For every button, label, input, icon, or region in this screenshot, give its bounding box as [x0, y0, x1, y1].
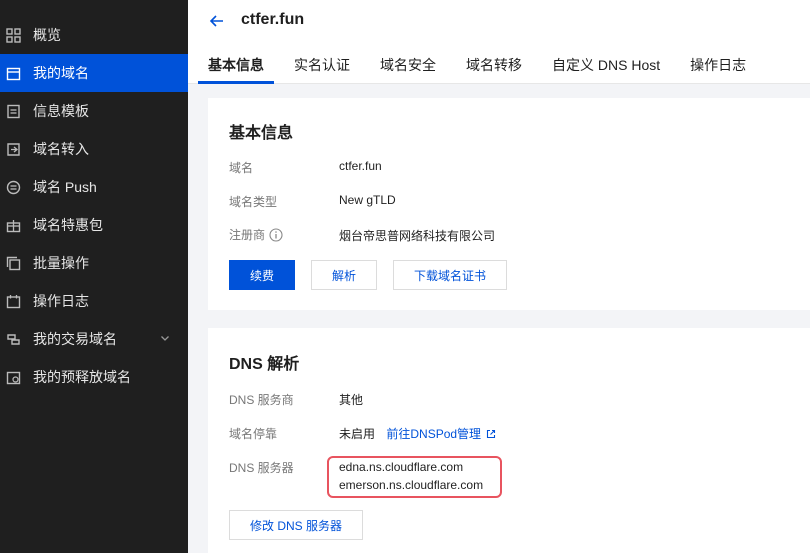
template-icon	[6, 104, 21, 119]
basic-info-card: 基本信息 域名 ctfer.fun 域名类型 New gTLD 注册商 烟台帝思…	[208, 98, 810, 310]
dns-servers-label: DNS 服务器	[229, 461, 294, 475]
back-arrow-icon[interactable]	[208, 12, 226, 30]
tab-dns-host[interactable]: 自定义 DNS Host	[552, 52, 660, 83]
parking-label: 域名停靠	[229, 427, 278, 441]
chevron-down-icon[interactable]	[160, 333, 170, 343]
modify-dns-button[interactable]: 修改 DNS 服务器	[229, 510, 363, 540]
sidebar-item-label: 域名特惠包	[33, 217, 103, 233]
push-icon	[6, 180, 21, 195]
registrar-label: 注册商	[229, 226, 283, 243]
sidebar-item-overview[interactable]: 概览	[0, 16, 188, 54]
calendar-icon	[6, 66, 21, 81]
parking-value: 未启用	[339, 427, 376, 441]
trade-icon	[6, 332, 21, 347]
domain-label: 域名	[229, 161, 254, 175]
sidebar-item-my-domains[interactable]: 我的域名	[0, 54, 188, 92]
registrar-value: 烟台帝思普网络科技有限公司	[339, 229, 496, 243]
domain-value: ctfer.fun	[339, 159, 382, 173]
parking-status: 未启用 前往DNSPod管理	[339, 425, 496, 442]
sidebar-item-label: 我的交易域名	[33, 331, 117, 347]
sidebar-item-label: 信息模板	[33, 103, 89, 119]
sidebar-item-label: 我的域名	[33, 65, 89, 81]
dns-title: DNS 解析	[229, 356, 300, 373]
info-icon[interactable]	[269, 227, 283, 242]
grid-icon	[6, 27, 21, 43]
download-certificate-button[interactable]: 下载域名证书	[393, 260, 507, 290]
external-link-icon	[487, 429, 496, 438]
tab-security[interactable]: 域名安全	[380, 52, 436, 83]
basic-info-title: 基本信息	[229, 125, 294, 142]
gift-icon	[6, 218, 21, 233]
dns-server-1: edna.ns.cloudflare.com	[339, 460, 464, 474]
sidebar-item-label: 批量操作	[33, 255, 89, 271]
resolve-button[interactable]: 解析	[311, 260, 377, 290]
dnspod-link-text: 前往DNSPod管理	[386, 427, 482, 441]
sidebar-item-label: 域名 Push	[33, 179, 97, 195]
sidebar-item-label: 操作日志	[33, 293, 89, 309]
sidebar-item-info-template[interactable]: 信息模板	[0, 92, 188, 130]
sidebar-item-bundle[interactable]: 域名特惠包	[0, 206, 188, 244]
transfer-in-icon	[6, 142, 21, 157]
log-icon	[6, 294, 21, 309]
dns-card: DNS 解析 DNS 服务商 其他 域名停靠 未启用 前往DNSPod管理 DN…	[208, 328, 810, 553]
sidebar-item-log[interactable]: 操作日志	[0, 282, 188, 320]
dns-server-2: emerson.ns.cloudflare.com	[339, 478, 484, 492]
sidebar-item-push[interactable]: 域名 Push	[0, 168, 188, 206]
sidebar-item-label: 域名转入	[33, 141, 89, 157]
page-title: ctfer.fun	[241, 11, 305, 28]
page-header: ctfer.fun 基本信息 实名认证 域名安全 域名转移 自定义 DNS Ho…	[188, 0, 810, 84]
sidebar: 概览 我的域名 信息模板 域名转入 域名 Push 域名特惠包 批量操作 操作日…	[0, 0, 188, 553]
batch-icon	[6, 256, 21, 271]
dns-provider-label: DNS 服务商	[229, 393, 294, 407]
sidebar-item-label: 概览	[33, 27, 61, 43]
prerelease-icon	[6, 370, 21, 385]
tab-operation-log[interactable]: 操作日志	[690, 52, 746, 83]
sidebar-item-transfer-in[interactable]: 域名转入	[0, 130, 188, 168]
tab-real-name[interactable]: 实名认证	[294, 52, 350, 83]
dns-provider-value: 其他	[339, 393, 364, 407]
main-content: ctfer.fun 基本信息 实名认证 域名安全 域名转移 自定义 DNS Ho…	[188, 0, 810, 553]
sidebar-item-batch[interactable]: 批量操作	[0, 244, 188, 282]
sidebar-item-label: 我的预释放域名	[33, 369, 131, 385]
tab-basic-info[interactable]: 基本信息	[198, 52, 274, 84]
sidebar-item-trade[interactable]: 我的交易域名	[0, 320, 188, 358]
tab-transfer[interactable]: 域名转移	[466, 52, 522, 83]
sidebar-item-prerelease[interactable]: 我的预释放域名	[0, 358, 188, 396]
domain-type-label: 域名类型	[229, 195, 278, 209]
domain-type-value: New gTLD	[339, 193, 396, 207]
renew-button[interactable]: 续费	[229, 260, 295, 290]
registrar-label-text: 注册商	[229, 228, 266, 242]
dnspod-link[interactable]: 前往DNSPod管理	[386, 425, 496, 442]
tab-bar: 基本信息 实名认证 域名安全 域名转移 自定义 DNS Host 操作日志	[198, 52, 776, 84]
